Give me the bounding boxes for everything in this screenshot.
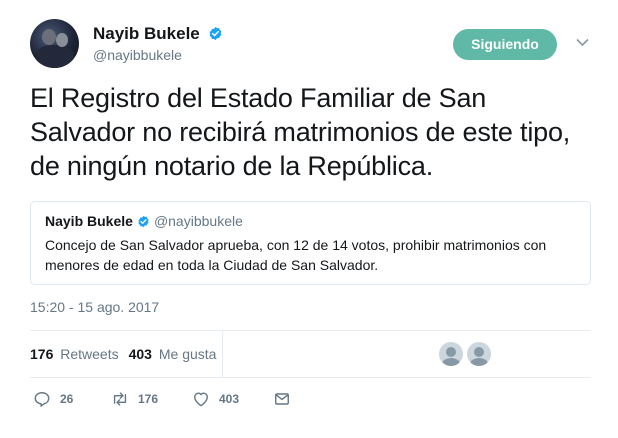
likes-stat[interactable]: 403 Me gusta	[129, 346, 217, 362]
divider	[30, 377, 591, 378]
reply-count: 26	[60, 392, 74, 406]
envelope-icon	[275, 393, 289, 405]
tweet-text: El Registro del Estado Familiar de San S…	[30, 83, 571, 181]
author-handle[interactable]: @nayibbukele	[93, 47, 182, 63]
avatar-face	[42, 29, 56, 45]
tweet-stats: 176 Retweets 403 Me gusta	[30, 346, 216, 362]
like-button[interactable]: 403	[191, 388, 239, 410]
default-avatar-head	[474, 347, 484, 357]
direct-message-button[interactable]	[272, 388, 292, 410]
retweet-count: 176	[138, 392, 159, 406]
quoted-tweet[interactable]: Nayib Bukele @nayibbukele Concejo de San…	[30, 201, 591, 285]
chevron-down-icon[interactable]	[576, 38, 589, 47]
retweet-icon	[113, 392, 127, 406]
following-button[interactable]: Siguiendo	[453, 29, 557, 60]
retweets-stat[interactable]: 176 Retweets	[30, 346, 119, 362]
stats-separator	[222, 330, 223, 377]
retweet-button[interactable]: 176	[110, 388, 158, 410]
author-avatar[interactable]	[30, 19, 79, 68]
quoted-tweet-header: Nayib Bukele @nayibbukele	[45, 212, 576, 230]
quoted-author-name: Nayib Bukele	[45, 213, 133, 229]
default-avatar-body	[470, 358, 488, 366]
liker-avatar[interactable]	[467, 342, 491, 366]
default-avatar-body	[442, 358, 460, 366]
verified-badge-icon	[209, 26, 222, 41]
retweets-count: 176	[30, 346, 54, 362]
heart-icon	[194, 392, 208, 407]
quoted-author-handle: @nayibbukele	[153, 213, 243, 229]
avatar-face	[56, 33, 68, 47]
likes-count: 403	[128, 346, 152, 362]
tweet-timestamp[interactable]: 15:20 - 15 ago. 2017	[30, 299, 159, 315]
default-avatar-head	[446, 347, 456, 357]
retweets-label: Retweets	[60, 346, 119, 362]
reply-button[interactable]: 26	[32, 388, 73, 410]
likes-label: Me gusta	[158, 346, 217, 362]
author-name[interactable]: Nayib Bukele	[93, 24, 200, 44]
divider	[30, 330, 591, 331]
verified-badge-icon	[138, 215, 149, 227]
avatar-figure	[36, 45, 74, 68]
liker-avatar[interactable]	[439, 342, 463, 366]
reply-icon	[34, 392, 50, 407]
like-count: 403	[219, 392, 240, 406]
quoted-tweet-text: Concejo de San Salvador aprueba, con 12 …	[45, 237, 547, 273]
